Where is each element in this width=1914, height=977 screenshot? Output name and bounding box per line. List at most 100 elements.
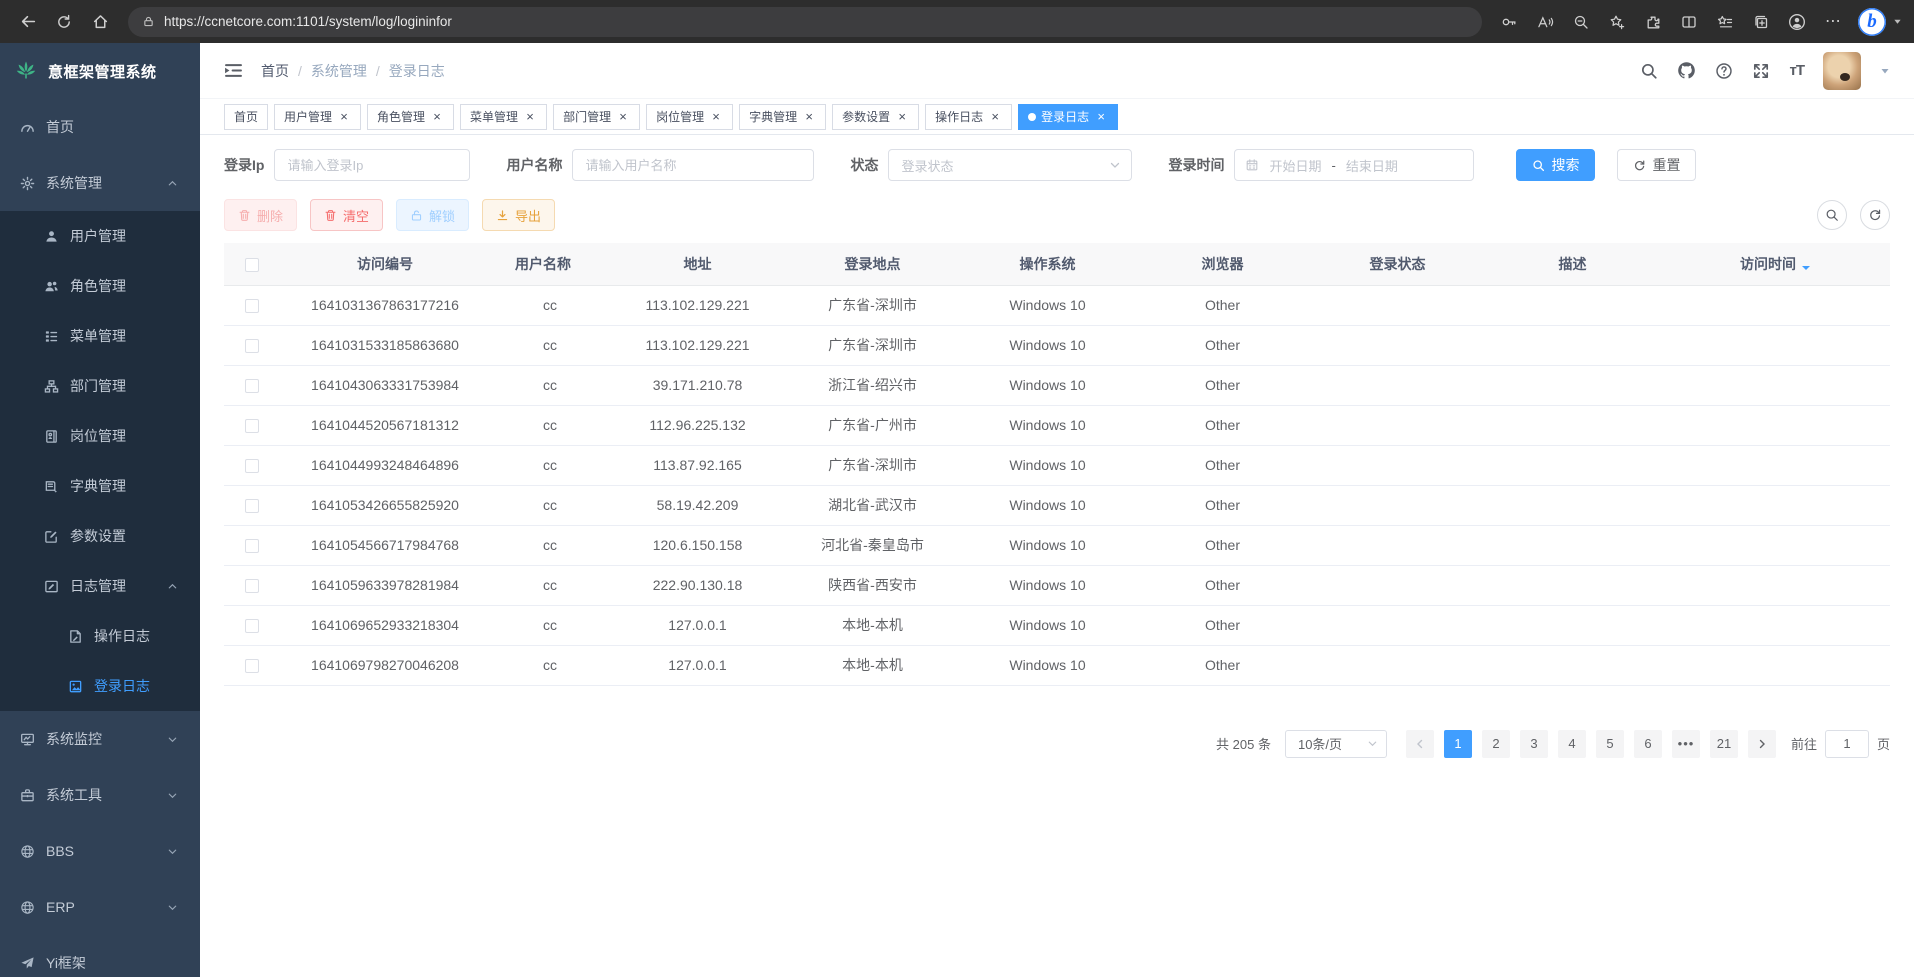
row-checkbox[interactable] <box>245 299 259 313</box>
tab-home[interactable]: 首页 <box>224 104 268 130</box>
close-tab-icon[interactable]: × <box>709 110 723 124</box>
page-button-6[interactable]: 6 <box>1634 730 1662 758</box>
tab-role-mgmt[interactable]: 角色管理× <box>367 104 454 130</box>
close-tab-icon[interactable]: × <box>895 110 909 124</box>
page-button-4[interactable]: 4 <box>1558 730 1586 758</box>
row-checkbox[interactable] <box>245 499 259 513</box>
goto-page-input[interactable] <box>1825 730 1869 758</box>
breadcrumb-system[interactable]: 系统管理 <box>311 61 367 81</box>
sidebar-item-login-log[interactable]: 登录日志 <box>0 661 200 711</box>
browser-profile-icon[interactable] <box>1782 7 1812 37</box>
export-button[interactable]: 导出 <box>482 199 555 231</box>
fullscreen-icon[interactable] <box>1752 62 1770 80</box>
bing-copilot-icon[interactable]: b <box>1858 8 1886 36</box>
collections-icon[interactable] <box>1746 7 1776 37</box>
select-all-checkbox[interactable] <box>245 258 259 272</box>
browser-home-icon[interactable] <box>84 6 116 38</box>
ip-input[interactable] <box>274 149 470 181</box>
browser-refresh-icon[interactable] <box>48 6 80 38</box>
tab-param-settings[interactable]: 参数设置× <box>832 104 919 130</box>
page-size-select[interactable]: 10条/页 <box>1285 730 1387 758</box>
prev-page-button[interactable] <box>1406 730 1434 758</box>
more-pages-button[interactable]: ••• <box>1672 730 1700 758</box>
address-bar[interactable]: https://ccnetcore.com:1101/system/log/lo… <box>128 7 1482 37</box>
add-favorite-icon[interactable] <box>1602 7 1632 37</box>
next-page-button[interactable] <box>1748 730 1776 758</box>
column-header[interactable]: 用户名称 <box>490 243 610 285</box>
help-icon[interactable] <box>1715 62 1733 80</box>
sidebar-item-system-monitor[interactable]: 系统监控 <box>0 711 200 767</box>
tab-dept-mgmt[interactable]: 部门管理× <box>553 104 640 130</box>
read-aloud-icon[interactable] <box>1530 7 1560 37</box>
tab-login-log[interactable]: 登录日志× <box>1018 104 1118 130</box>
github-icon[interactable] <box>1677 61 1696 80</box>
sidebar-item-menu-mgmt[interactable]: 菜单管理 <box>0 311 200 361</box>
font-size-icon[interactable]: тT <box>1789 62 1804 79</box>
avatar[interactable] <box>1823 52 1861 90</box>
close-tab-icon[interactable]: × <box>337 110 351 124</box>
sidebar-item-role-mgmt[interactable]: 角色管理 <box>0 261 200 311</box>
sidebar-fold-icon[interactable] <box>224 62 243 79</box>
tab-menu-mgmt[interactable]: 菜单管理× <box>460 104 547 130</box>
sidebar-item-erp[interactable]: ERP <box>0 879 200 935</box>
extensions-icon[interactable] <box>1638 7 1668 37</box>
sidebar-item-user-mgmt[interactable]: 用户管理 <box>0 211 200 261</box>
row-checkbox[interactable] <box>245 579 259 593</box>
favorites-icon[interactable] <box>1710 7 1740 37</box>
column-header[interactable]: 访问时间 <box>1660 243 1890 285</box>
split-screen-icon[interactable] <box>1674 7 1704 37</box>
delete-button[interactable]: 删除 <box>224 199 297 231</box>
caret-down-icon[interactable] <box>1893 13 1902 31</box>
sidebar-item-operation-log[interactable]: 操作日志 <box>0 611 200 661</box>
sidebar-item-system-mgmt[interactable]: 系统管理 <box>0 155 200 211</box>
tab-operation-log[interactable]: 操作日志× <box>925 104 1012 130</box>
page-button-5[interactable]: 5 <box>1596 730 1624 758</box>
row-checkbox[interactable] <box>245 459 259 473</box>
row-checkbox[interactable] <box>245 379 259 393</box>
sidebar-item-bbs[interactable]: BBS <box>0 823 200 879</box>
row-checkbox[interactable] <box>245 419 259 433</box>
tab-post-mgmt[interactable]: 岗位管理× <box>646 104 733 130</box>
sidebar-item-home[interactable]: 首页 <box>0 99 200 155</box>
sidebar-item-post-mgmt[interactable]: 岗位管理 <box>0 411 200 461</box>
sidebar-item-param-settings[interactable]: 参数设置 <box>0 511 200 561</box>
clear-button[interactable]: 清空 <box>310 199 383 231</box>
caret-down-icon[interactable] <box>1880 66 1890 76</box>
sidebar-item-dict-mgmt[interactable]: 字典管理 <box>0 461 200 511</box>
browser-back-icon[interactable] <box>12 6 44 38</box>
sidebar-item-yi-framework[interactable]: Yi框架 <box>0 935 200 977</box>
search-button[interactable]: 搜索 <box>1516 149 1595 181</box>
user-name-input[interactable] <box>572 149 814 181</box>
more-menu-icon[interactable]: ⋯ <box>1818 7 1848 37</box>
sidebar-item-system-tools[interactable]: 系统工具 <box>0 767 200 823</box>
tab-dict-mgmt[interactable]: 字典管理× <box>739 104 826 130</box>
row-checkbox[interactable] <box>245 619 259 633</box>
sidebar-item-dept-mgmt[interactable]: 部门管理 <box>0 361 200 411</box>
page-button-3[interactable]: 3 <box>1520 730 1548 758</box>
sort-caret-icon[interactable] <box>1802 256 1810 274</box>
close-tab-icon[interactable]: × <box>802 110 816 124</box>
zoom-out-icon[interactable] <box>1566 7 1596 37</box>
sidebar-item-log-mgmt[interactable]: 日志管理 <box>0 561 200 611</box>
date-range-picker[interactable]: 开始日期 - 结束日期 <box>1234 149 1474 181</box>
unlock-button[interactable]: 解锁 <box>396 199 469 231</box>
status-select[interactable]: 登录状态 <box>888 149 1132 181</box>
search-toggle-button[interactable] <box>1817 200 1847 230</box>
row-checkbox[interactable] <box>245 539 259 553</box>
row-checkbox[interactable] <box>245 659 259 673</box>
breadcrumb-home[interactable]: 首页 <box>261 61 289 81</box>
tab-user-mgmt[interactable]: 用户管理× <box>274 104 361 130</box>
password-key-icon[interactable] <box>1494 7 1524 37</box>
page-button-1[interactable]: 1 <box>1444 730 1472 758</box>
page-button-2[interactable]: 2 <box>1482 730 1510 758</box>
close-tab-icon[interactable]: × <box>616 110 630 124</box>
close-tab-icon[interactable]: × <box>523 110 537 124</box>
close-tab-icon[interactable]: × <box>988 110 1002 124</box>
refresh-table-button[interactable] <box>1860 200 1890 230</box>
close-tab-icon[interactable]: × <box>430 110 444 124</box>
close-tab-icon[interactable]: × <box>1094 110 1108 124</box>
sort-caret-icon[interactable] <box>577 256 585 274</box>
reset-button[interactable]: 重置 <box>1617 149 1696 181</box>
page-button-21[interactable]: 21 <box>1710 730 1738 758</box>
row-checkbox[interactable] <box>245 339 259 353</box>
